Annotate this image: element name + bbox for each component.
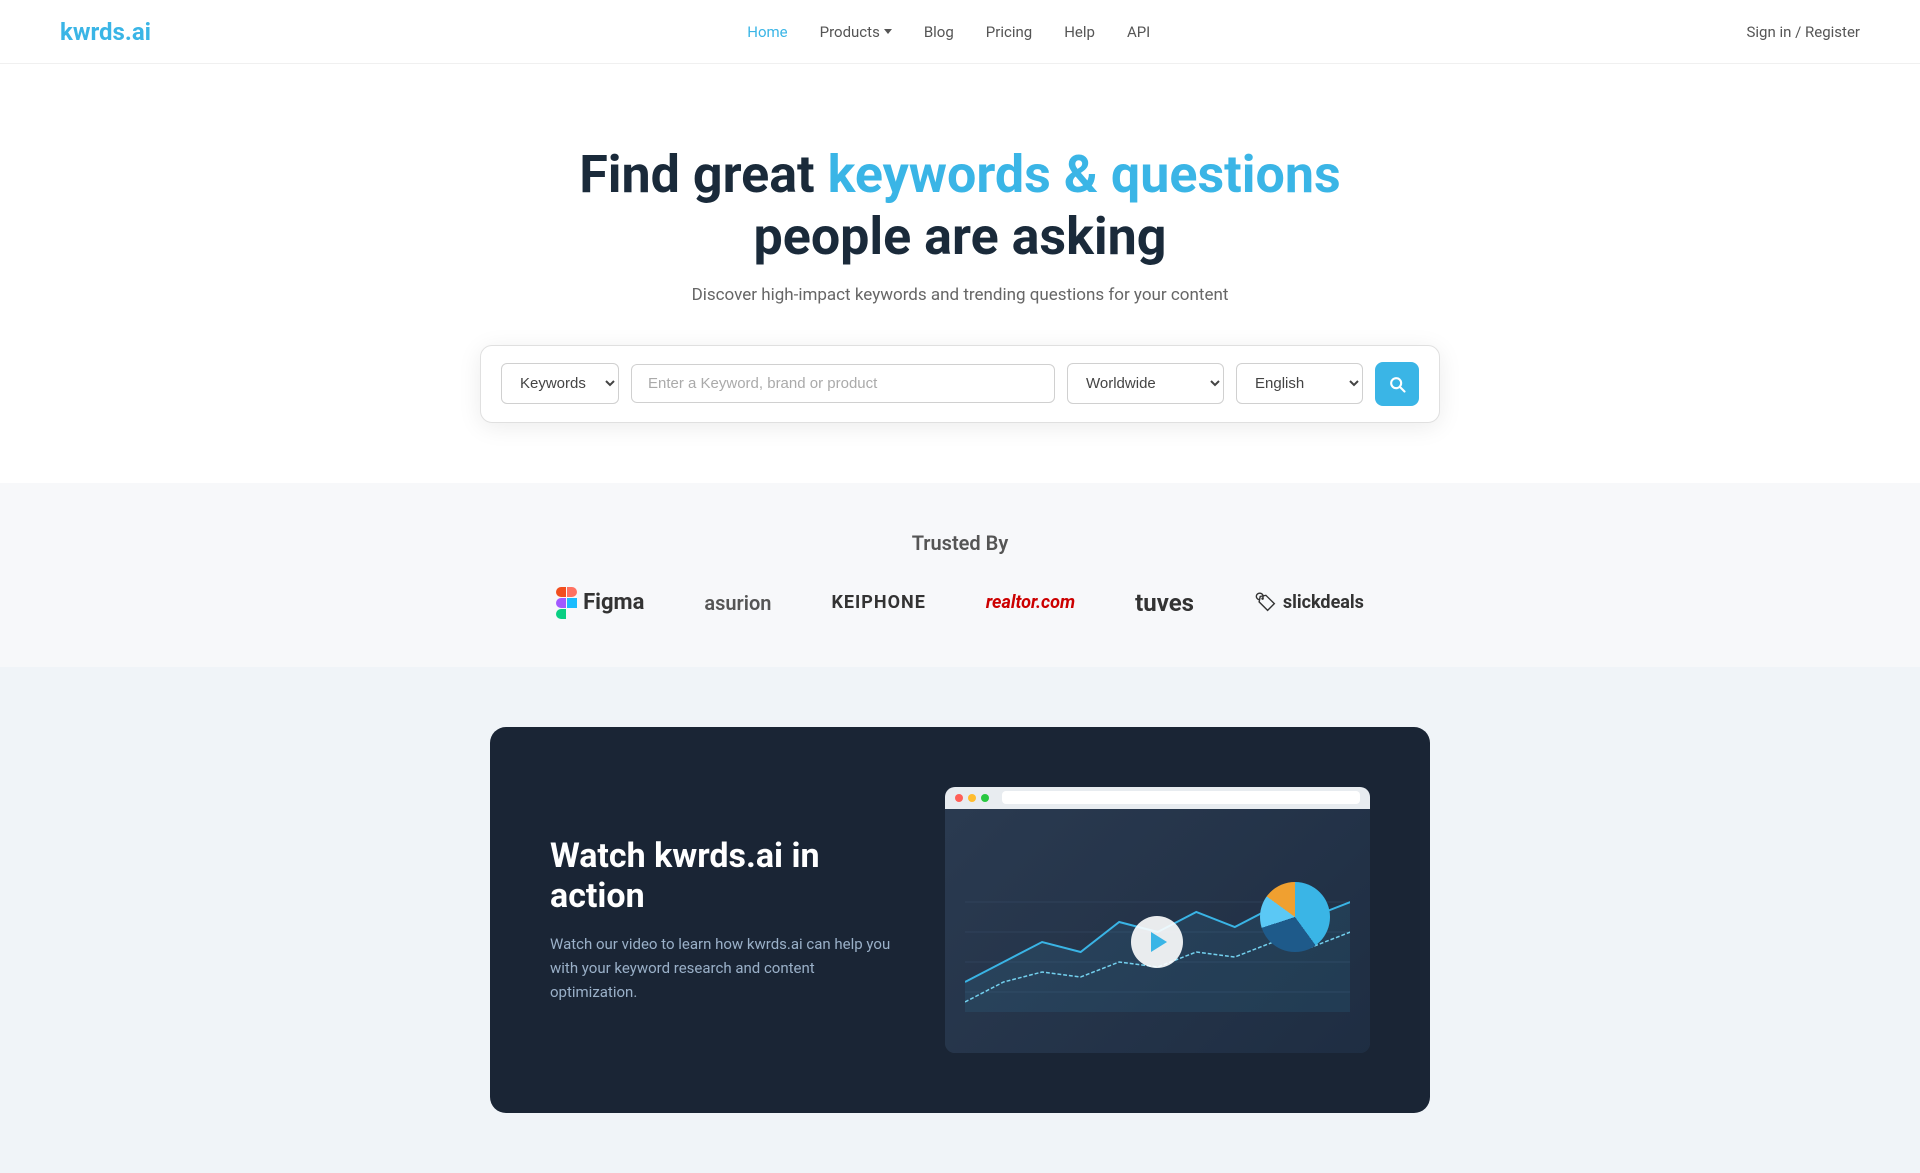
nav-products[interactable]: Products [820, 23, 892, 41]
browser-dot-yellow [968, 794, 976, 802]
pie-chart [1260, 882, 1330, 952]
video-description: Watch our video to learn how kwrds.ai ca… [550, 932, 905, 1004]
products-dropdown-icon [884, 29, 892, 34]
nav-blog[interactable]: Blog [924, 23, 954, 41]
chart-area [945, 809, 1370, 1053]
logo-keiphone: KEIPHONE [831, 592, 925, 613]
location-select[interactable]: Worldwide United States United Kingdom C… [1067, 363, 1224, 404]
video-frame [945, 787, 1370, 1053]
trusted-section: Trusted By Figma asurion KEIPHONE realto… [0, 483, 1920, 667]
figma-icon [556, 587, 577, 619]
browser-dot-green [981, 794, 989, 802]
nav-auth: Sign in / Register [1747, 22, 1861, 41]
language-select[interactable]: English Spanish French German Portuguese [1236, 363, 1363, 404]
video-text: Watch kwrds.ai in action Watch our video… [550, 836, 905, 1004]
logo-asurion: asurion [704, 591, 771, 615]
logo-tuves: tuves [1135, 589, 1194, 617]
video-card: Watch kwrds.ai in action Watch our video… [490, 727, 1430, 1113]
trusted-heading: Trusted By [20, 531, 1900, 555]
search-type-select[interactable]: Keywords Questions Both [501, 363, 619, 404]
logo-realtor: realtor.com [986, 592, 1075, 613]
logo-figma: Figma [556, 587, 644, 619]
hero-subtitle: Discover high-impact keywords and trendi… [20, 285, 1900, 305]
video-section: Watch kwrds.ai in action Watch our video… [0, 667, 1920, 1173]
search-button[interactable] [1375, 362, 1419, 406]
video-title: Watch kwrds.ai in action [550, 836, 905, 916]
nav-links: Home Products Blog Pricing Help API [747, 22, 1150, 41]
sign-in-register-link[interactable]: Sign in / Register [1747, 23, 1861, 41]
brand-logo[interactable]: kwrds.ai [60, 18, 151, 46]
video-preview [945, 787, 1370, 1053]
browser-url-bar [1002, 791, 1360, 804]
hero-title: Find great keywords & questions people a… [510, 144, 1410, 269]
nav-help[interactable]: Help [1064, 23, 1095, 41]
hero-section: Find great keywords & questions people a… [0, 64, 1920, 483]
search-container: Keywords Questions Both Worldwide United… [480, 345, 1440, 423]
trusted-logos: Figma asurion KEIPHONE realtor.com tuves… [20, 587, 1900, 619]
navbar: kwrds.ai Home Products Blog Pricing Help… [0, 0, 1920, 64]
search-input[interactable] [631, 364, 1055, 403]
play-button[interactable] [1131, 916, 1183, 968]
nav-home[interactable]: Home [747, 23, 787, 41]
nav-pricing[interactable]: Pricing [986, 23, 1032, 41]
browser-dot-red [955, 794, 963, 802]
logo-slickdeals: 🏷 slickdeals [1254, 592, 1364, 613]
nav-api[interactable]: API [1127, 23, 1150, 41]
search-icon [1387, 374, 1407, 394]
browser-chrome [945, 787, 1370, 809]
